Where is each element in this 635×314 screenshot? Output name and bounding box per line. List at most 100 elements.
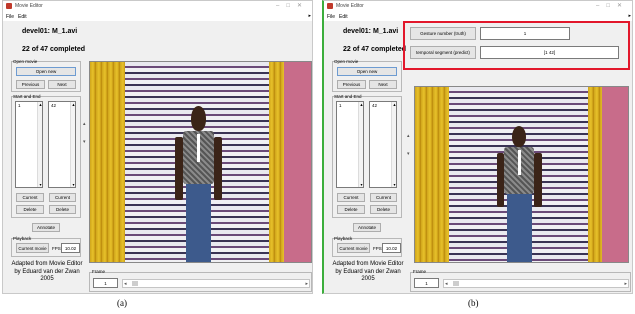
scroll-right-icon[interactable]: ▸ bbox=[624, 280, 627, 289]
progress-text: 22 of 47 completed bbox=[343, 46, 407, 53]
scroll-up-icon[interactable]: ▲ bbox=[38, 102, 43, 107]
credit-line-1: Adapted from Movie Editor bbox=[11, 261, 83, 267]
delete-end-button[interactable]: Delete bbox=[370, 205, 397, 214]
video-frame bbox=[89, 61, 312, 263]
scroll-up-icon[interactable]: ▲ bbox=[359, 102, 364, 107]
scroll-up-icon[interactable]: ▲ bbox=[392, 102, 397, 107]
scroll-up-icon[interactable]: ▴ bbox=[407, 133, 410, 139]
close-icon[interactable]: ✕ bbox=[297, 3, 309, 9]
start-list-scrollbar[interactable]: ▲ ▾ bbox=[358, 102, 363, 187]
current-movie-button[interactable]: Current movie bbox=[16, 243, 49, 253]
menu-file[interactable]: File bbox=[327, 14, 335, 20]
window-controls[interactable]: –□✕ bbox=[276, 2, 309, 11]
movie-name: devel01: M_1.avi bbox=[343, 28, 399, 35]
current-start-button[interactable]: Current bbox=[16, 193, 44, 202]
previous-button[interactable]: Previous bbox=[337, 80, 366, 89]
window-title: Movie Editor bbox=[15, 3, 43, 9]
movie-name: devel01: M_1.avi bbox=[22, 28, 78, 35]
frame-field[interactable]: 1 bbox=[414, 278, 439, 288]
minimize-icon[interactable]: – bbox=[596, 3, 606, 9]
movie-editor-icon bbox=[327, 3, 333, 9]
menu-file[interactable]: File bbox=[6, 14, 14, 20]
frame-slider[interactable]: ◂ ▸ bbox=[443, 279, 629, 288]
open-movie-label: Open movie bbox=[13, 59, 38, 64]
start-list[interactable]: 1 ▲ ▾ bbox=[15, 101, 43, 188]
figure: Movie Editor –□✕ File Edit ▸ devel01: M_… bbox=[0, 0, 635, 314]
window-controls[interactable]: –□✕ bbox=[596, 2, 629, 11]
temporal-segment-field[interactable]: [1 42] bbox=[480, 46, 619, 59]
open-new-button[interactable]: Open new bbox=[16, 67, 76, 76]
credit-line-2: by Eduard van der Zwan bbox=[335, 268, 401, 275]
scroll-down-icon[interactable]: ▾ bbox=[359, 182, 364, 187]
start-list-scrollbar[interactable]: ▲ ▾ bbox=[37, 102, 42, 187]
close-icon[interactable]: ✕ bbox=[617, 3, 629, 9]
fps-field[interactable]: 10.02 bbox=[382, 243, 401, 253]
title-bar: Movie Editor –□✕ bbox=[3, 1, 312, 12]
scroll-down-icon[interactable]: ▾ bbox=[71, 182, 76, 187]
scroll-down-icon[interactable]: ▾ bbox=[38, 182, 43, 187]
menu-overflow-icon[interactable]: ▸ bbox=[628, 13, 631, 19]
annotate-button[interactable]: Annotate bbox=[353, 223, 381, 232]
fps-label: FPS bbox=[52, 246, 61, 251]
credit-line-2: by Eduard van der Zwan bbox=[14, 268, 80, 275]
gesture-number-button[interactable]: Gesture number (truth) bbox=[410, 27, 476, 40]
delete-end-button[interactable]: Delete bbox=[49, 205, 76, 214]
menu-edit[interactable]: Edit bbox=[18, 14, 27, 20]
start-list-item[interactable]: 1 bbox=[339, 103, 342, 108]
fps-label: FPS bbox=[373, 246, 382, 251]
movie-editor-icon bbox=[6, 3, 12, 9]
current-end-button[interactable]: Current bbox=[370, 193, 397, 202]
delete-start-button[interactable]: Delete bbox=[337, 205, 365, 214]
minimize-icon[interactable]: – bbox=[276, 3, 286, 9]
credit-line-3: 2005 bbox=[361, 276, 375, 282]
scroll-left-icon[interactable]: ◂ bbox=[445, 280, 448, 289]
current-movie-button[interactable]: Current movie bbox=[337, 243, 370, 253]
maximize-icon[interactable]: □ bbox=[606, 3, 617, 9]
next-button[interactable]: Next bbox=[48, 80, 76, 89]
previous-button[interactable]: Previous bbox=[16, 80, 45, 89]
end-list[interactable]: 42 ▲ ▾ bbox=[369, 101, 397, 188]
subject-figure bbox=[174, 106, 223, 262]
scroll-up-icon[interactable]: ▴ bbox=[83, 121, 86, 127]
scroll-up-icon[interactable]: ▲ bbox=[71, 102, 76, 107]
scroll-down-icon[interactable]: ▾ bbox=[83, 139, 86, 145]
scroll-down-icon[interactable]: ▾ bbox=[392, 182, 397, 187]
menu-bar: File Edit bbox=[324, 12, 632, 21]
frame-slider-thumb[interactable] bbox=[453, 281, 459, 286]
start-list[interactable]: 1 ▲ ▾ bbox=[336, 101, 364, 188]
credit-text: Adapted from Movie Editor by Eduard van … bbox=[328, 261, 408, 284]
fps-field[interactable]: 10.02 bbox=[61, 243, 80, 253]
maximize-icon[interactable]: □ bbox=[286, 3, 297, 9]
scroll-left-icon[interactable]: ◂ bbox=[124, 280, 127, 289]
delete-start-button[interactable]: Delete bbox=[16, 205, 44, 214]
scroll-right-icon[interactable]: ▸ bbox=[305, 280, 308, 289]
frame-field[interactable]: 1 bbox=[93, 278, 118, 288]
frame-label: Frame bbox=[92, 269, 106, 274]
annotate-button[interactable]: Annotate bbox=[32, 223, 60, 232]
end-list-scrollbar[interactable]: ▲ ▾ bbox=[70, 102, 75, 187]
end-list-item[interactable]: 42 bbox=[51, 103, 56, 108]
caption-a: (a) bbox=[117, 298, 127, 308]
gesture-number-field[interactable]: 1 bbox=[480, 27, 570, 40]
next-button[interactable]: Next bbox=[369, 80, 397, 89]
frame-slider-thumb[interactable] bbox=[132, 281, 138, 286]
start-end-label: Start and End bbox=[334, 94, 362, 99]
scroll-down-icon[interactable]: ▾ bbox=[407, 151, 410, 157]
end-list-scrollbar[interactable]: ▲ ▾ bbox=[391, 102, 396, 187]
movie-editor-window-a: Movie Editor –□✕ File Edit ▸ devel01: M_… bbox=[2, 0, 313, 294]
temporal-segment-button[interactable]: temporal segment (predict) bbox=[410, 46, 476, 59]
end-list-item[interactable]: 42 bbox=[372, 103, 377, 108]
frame-label: Frame bbox=[413, 269, 427, 274]
caption-b: (b) bbox=[468, 298, 479, 308]
menu-edit[interactable]: Edit bbox=[339, 14, 348, 20]
start-list-item[interactable]: 1 bbox=[18, 103, 21, 108]
menu-overflow-icon[interactable]: ▸ bbox=[308, 13, 311, 19]
end-list[interactable]: 42 ▲ ▾ bbox=[48, 101, 76, 188]
credit-line-3: 2005 bbox=[40, 276, 54, 282]
video-frame bbox=[414, 86, 629, 263]
title-bar: Movie Editor –□✕ bbox=[324, 1, 632, 12]
current-end-button[interactable]: Current bbox=[49, 193, 76, 202]
open-new-button[interactable]: Open new bbox=[337, 67, 397, 76]
frame-slider[interactable]: ◂ ▸ bbox=[122, 279, 310, 288]
current-start-button[interactable]: Current bbox=[337, 193, 365, 202]
